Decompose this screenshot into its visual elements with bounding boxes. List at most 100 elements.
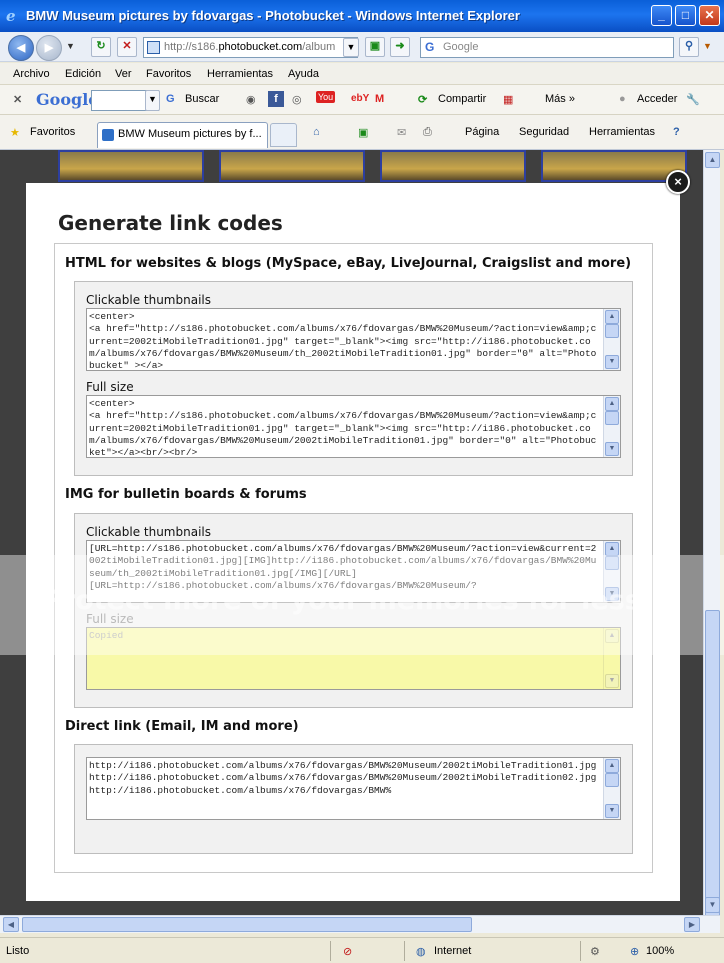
- photo-thumbnail[interactable]: [541, 150, 687, 182]
- scroll-right-icon[interactable]: ▶: [684, 917, 700, 932]
- feeds-icon[interactable]: ▣: [358, 126, 368, 139]
- scroll-down-icon[interactable]: ▼: [605, 442, 619, 456]
- back-button[interactable]: ◀: [8, 35, 34, 61]
- security-status-icon[interactable]: ⊘: [343, 945, 352, 958]
- forward-button[interactable]: ▶: [36, 35, 62, 61]
- google-search-provider-icon: G: [425, 40, 435, 54]
- wrench-icon[interactable]: 🔧: [686, 93, 700, 106]
- photobucket-favicon-icon: [102, 129, 114, 141]
- user-icon: ●: [619, 93, 626, 105]
- protected-mode-icon[interactable]: ⚙: [590, 945, 600, 958]
- direct-link-code-text: http://i186.photobucket.com/albums/x76/f…: [89, 760, 597, 796]
- direct-link-section-box: http://i186.photobucket.com/albums/x76/f…: [74, 744, 633, 854]
- photo-thumbnail[interactable]: [219, 150, 365, 182]
- address-toolbar: ◀ ▶ ▼ ↻ ✕ http://s186.photobucket.com/al…: [0, 32, 724, 62]
- photo-thumbnail[interactable]: [380, 150, 526, 182]
- history-dropdown-icon[interactable]: ▼: [66, 41, 75, 51]
- dialog-close-button[interactable]: ×: [666, 170, 690, 194]
- window-title: BMW Museum pictures by fdovargas - Photo…: [26, 8, 520, 23]
- address-input[interactable]: http://s186.photobucket.com/album: [143, 37, 358, 58]
- horizontal-scroll-thumb[interactable]: [22, 917, 472, 932]
- help-icon[interactable]: ?: [673, 126, 680, 138]
- vertical-scroll-thumb[interactable]: [705, 610, 720, 920]
- html-fullsize-code[interactable]: <center> <a href="http://s186.photobucke…: [86, 395, 621, 458]
- code-scrollbar[interactable]: ▲ ▼: [603, 396, 620, 457]
- stop-button[interactable]: ✕: [117, 37, 137, 57]
- facebook-icon[interactable]: f: [268, 91, 284, 107]
- scroll-down-icon[interactable]: ▼: [705, 897, 720, 913]
- status-divider: [580, 941, 581, 961]
- scroll-up-icon[interactable]: ▲: [605, 759, 619, 773]
- zone-label: Internet: [434, 945, 472, 957]
- close-window-button[interactable]: ✕: [699, 5, 720, 26]
- print-icon[interactable]: ⎙: [423, 126, 432, 139]
- promo-watermark-text: Protect more of your memories for less!: [42, 585, 654, 616]
- search-options-dropdown-icon[interactable]: ▼: [703, 41, 712, 51]
- google-toolbar: ✕ Google ▼ G Buscar ◉ f ◎ You ebY M ⟳ Co…: [0, 85, 724, 115]
- menu-edicion[interactable]: Edición: [65, 68, 101, 80]
- scroll-up-icon[interactable]: ▲: [605, 542, 619, 556]
- google-search-dropdown-icon[interactable]: ▼: [145, 90, 160, 111]
- signin-button[interactable]: Acceder: [637, 93, 677, 105]
- photo-thumbnail[interactable]: [58, 150, 204, 182]
- favorites-star-icon: ★: [10, 127, 20, 139]
- scroll-down-icon[interactable]: ▼: [605, 355, 619, 369]
- ebay-icon[interactable]: ebY: [351, 93, 369, 104]
- compatibility-view-icon[interactable]: ▣: [365, 37, 385, 57]
- scroll-left-icon[interactable]: ◀: [3, 917, 19, 932]
- scroll-up-icon[interactable]: ▲: [605, 310, 619, 324]
- code-scrollbar[interactable]: ▲ ▼: [603, 758, 620, 819]
- refresh-button[interactable]: ↻: [91, 37, 111, 57]
- status-divider: [404, 941, 405, 961]
- tools-menu[interactable]: Herramientas: [589, 126, 655, 138]
- direct-link-section-title: Direct link (Email, IM and more): [65, 719, 299, 734]
- menu-ver[interactable]: Ver: [115, 68, 132, 80]
- google-logo[interactable]: Google: [36, 90, 98, 109]
- search-icon[interactable]: ⚲: [679, 37, 699, 57]
- address-dropdown-icon[interactable]: ▼: [343, 38, 359, 57]
- more-button[interactable]: Más »: [545, 93, 575, 105]
- home-icon[interactable]: ⌂: [313, 126, 320, 138]
- html-thumbnails-code[interactable]: <center> <a href="http://s186.photobucke…: [86, 308, 621, 371]
- menu-archivo[interactable]: Archivo: [13, 68, 50, 80]
- gmail-icon[interactable]: M: [375, 93, 384, 105]
- status-text: Listo: [6, 945, 30, 957]
- scroll-thumb[interactable]: [605, 773, 619, 787]
- menu-ayuda[interactable]: Ayuda: [288, 68, 319, 80]
- page-menu[interactable]: Página: [465, 126, 499, 138]
- maximize-button[interactable]: □: [675, 5, 696, 26]
- google-logo-text: Google: [36, 90, 99, 109]
- scroll-up-icon[interactable]: ▲: [705, 152, 720, 168]
- toolbar-globe-icon[interactable]: ◎: [292, 93, 302, 106]
- go-button[interactable]: ➜: [390, 37, 410, 57]
- scroll-down-icon[interactable]: ▼: [605, 804, 619, 818]
- direct-link-code[interactable]: http://i186.photobucket.com/albums/x76/f…: [86, 757, 621, 820]
- security-menu[interactable]: Seguridad: [519, 126, 569, 138]
- menu-favoritos[interactable]: Favoritos: [146, 68, 191, 80]
- search-input[interactable]: G Google: [420, 37, 674, 58]
- scroll-up-icon[interactable]: ▲: [605, 397, 619, 411]
- scroll-down-icon[interactable]: ▼: [605, 674, 619, 688]
- window-titlebar[interactable]: e BMW Museum pictures by fdovargas - Pho…: [0, 0, 724, 32]
- share-button[interactable]: Compartir: [438, 93, 486, 105]
- browser-tab[interactable]: BMW Museum pictures by f...: [97, 122, 268, 148]
- scroll-thumb[interactable]: [605, 324, 619, 338]
- url-suffix: /album: [302, 41, 336, 53]
- horizontal-scrollbar[interactable]: ◀ ▶: [0, 915, 720, 933]
- new-tab-button[interactable]: [270, 123, 297, 147]
- vertical-scrollbar[interactable]: ▲ ▼: [703, 150, 720, 920]
- search-button[interactable]: Buscar: [185, 93, 219, 105]
- zoom-level[interactable]: 100%: [646, 945, 674, 957]
- translate-icon[interactable]: ▦: [503, 93, 513, 106]
- code-scrollbar[interactable]: ▲ ▼: [603, 309, 620, 370]
- toolbar-circle-icon[interactable]: ◉: [246, 93, 256, 106]
- favorites-button[interactable]: Favoritos: [30, 126, 75, 138]
- menu-herramientas[interactable]: Herramientas: [207, 68, 273, 80]
- minimize-button[interactable]: _: [651, 5, 672, 26]
- google-search-icon: G: [166, 93, 175, 105]
- youtube-icon[interactable]: You: [316, 91, 336, 103]
- close-toolbar-icon[interactable]: ✕: [13, 93, 22, 106]
- page-icon: [147, 41, 160, 54]
- scroll-thumb[interactable]: [605, 411, 619, 425]
- mail-icon[interactable]: ✉: [397, 126, 406, 139]
